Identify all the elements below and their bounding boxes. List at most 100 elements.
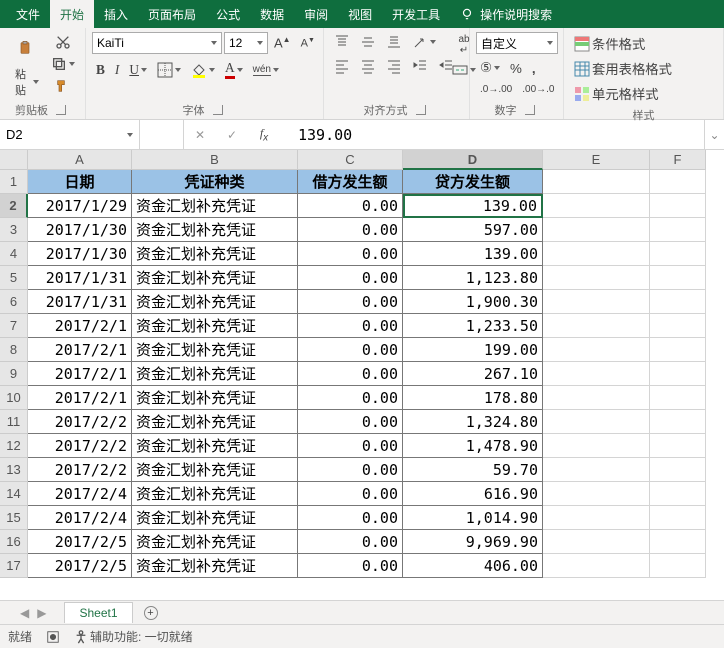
font-size-input[interactable] xyxy=(229,36,253,50)
cell[interactable] xyxy=(650,434,706,458)
select-all-corner[interactable] xyxy=(0,150,28,170)
menu-insert[interactable]: 插入 xyxy=(94,0,138,29)
paste-dropdown[interactable]: 粘贴 xyxy=(6,64,43,100)
cell[interactable]: 0.00 xyxy=(298,434,403,458)
cell[interactable]: 2017/2/5 xyxy=(28,554,132,578)
row-header-4[interactable]: 4 xyxy=(0,242,28,266)
cell[interactable]: 资金汇划补充凭证 xyxy=(132,530,298,554)
cell[interactable]: 0.00 xyxy=(298,554,403,578)
menu-developer[interactable]: 开发工具 xyxy=(382,0,450,29)
cell[interactable]: 178.80 xyxy=(403,386,543,410)
cell[interactable]: 1,478.90 xyxy=(403,434,543,458)
cell[interactable]: 2017/2/2 xyxy=(28,458,132,482)
row-header-11[interactable]: 11 xyxy=(0,410,28,434)
cell[interactable]: 资金汇划补充凭证 xyxy=(132,314,298,338)
cell[interactable] xyxy=(650,194,706,218)
align-top-button[interactable] xyxy=(330,32,354,52)
cell[interactable]: 2017/2/1 xyxy=(28,314,132,338)
row-header-5[interactable]: 5 xyxy=(0,266,28,290)
row-header-17[interactable]: 17 xyxy=(0,554,28,578)
align-center-button[interactable] xyxy=(356,56,380,76)
clipboard-dialog[interactable] xyxy=(52,103,70,117)
border-button[interactable] xyxy=(153,60,185,80)
cell[interactable]: 资金汇划补充凭证 xyxy=(132,266,298,290)
cell[interactable]: 资金汇划补充凭证 xyxy=(132,554,298,578)
cell[interactable]: 资金汇划补充凭证 xyxy=(132,434,298,458)
cell[interactable]: 0.00 xyxy=(298,290,403,314)
name-box-dropdown[interactable] xyxy=(127,133,133,137)
col-header-A[interactable]: A xyxy=(28,150,132,170)
menu-page-layout[interactable]: 页面布局 xyxy=(138,0,206,29)
cell[interactable]: 2017/1/30 xyxy=(28,218,132,242)
cell[interactable]: 0.00 xyxy=(298,218,403,242)
menu-view[interactable]: 视图 xyxy=(338,0,382,29)
expand-formula-bar[interactable]: ⌄ xyxy=(704,120,724,149)
row-header-12[interactable]: 12 xyxy=(0,434,28,458)
increase-font-button[interactable]: A▲ xyxy=(270,33,295,52)
cell[interactable]: 2017/2/2 xyxy=(28,410,132,434)
row-header-6[interactable]: 6 xyxy=(0,290,28,314)
name-box-input[interactable] xyxy=(0,127,125,142)
phonetic-button[interactable]: wén xyxy=(249,62,283,78)
number-dialog[interactable] xyxy=(521,103,539,117)
col-header-D[interactable]: D xyxy=(403,150,543,170)
cell[interactable] xyxy=(543,362,650,386)
row-header-16[interactable]: 16 xyxy=(0,530,28,554)
font-dialog[interactable] xyxy=(209,103,227,117)
cell[interactable] xyxy=(650,314,706,338)
cell[interactable] xyxy=(650,338,706,362)
cell[interactable]: 0.00 xyxy=(298,194,403,218)
conditional-format-button[interactable]: 条件格式 xyxy=(570,32,649,55)
cell[interactable]: 1,900.30 xyxy=(403,290,543,314)
cell[interactable]: 2017/2/1 xyxy=(28,386,132,410)
cell[interactable]: 9,969.90 xyxy=(403,530,543,554)
cell[interactable]: 0.00 xyxy=(298,386,403,410)
row-header-8[interactable]: 8 xyxy=(0,338,28,362)
merge-button[interactable] xyxy=(448,60,480,80)
underline-button[interactable]: U xyxy=(125,60,151,80)
cell[interactable] xyxy=(543,266,650,290)
sheet-nav-prev[interactable]: ◀ xyxy=(20,606,29,620)
cell[interactable]: 139.00 xyxy=(403,194,543,218)
cell[interactable]: 2017/2/5 xyxy=(28,530,132,554)
table-header[interactable]: 借方发生额 xyxy=(298,170,403,194)
table-header[interactable]: 日期 xyxy=(28,170,132,194)
cell[interactable] xyxy=(650,290,706,314)
cell[interactable]: 406.00 xyxy=(403,554,543,578)
cell[interactable]: 2017/1/31 xyxy=(28,266,132,290)
cell[interactable] xyxy=(543,170,650,194)
cell[interactable]: 资金汇划补充凭证 xyxy=(132,290,298,314)
cell[interactable]: 1,123.80 xyxy=(403,266,543,290)
format-table-button[interactable]: 套用表格格式 xyxy=(570,57,676,80)
cell[interactable] xyxy=(543,554,650,578)
cell[interactable]: 资金汇划补充凭证 xyxy=(132,362,298,386)
accessibility-status[interactable]: 辅助功能: 一切就绪 xyxy=(74,628,193,645)
cell[interactable]: 资金汇划补充凭证 xyxy=(132,242,298,266)
paste-button[interactable] xyxy=(11,32,39,64)
cell[interactable]: 2017/2/2 xyxy=(28,434,132,458)
row-header-14[interactable]: 14 xyxy=(0,482,28,506)
align-left-button[interactable] xyxy=(330,56,354,76)
menu-formulas[interactable]: 公式 xyxy=(206,0,250,29)
formula-input[interactable] xyxy=(280,126,704,144)
comma-button[interactable]: , xyxy=(528,59,540,78)
cell[interactable]: 2017/2/4 xyxy=(28,482,132,506)
cell[interactable] xyxy=(650,458,706,482)
align-dialog[interactable] xyxy=(412,103,430,117)
cell[interactable] xyxy=(543,458,650,482)
cell[interactable] xyxy=(543,314,650,338)
cell[interactable]: 0.00 xyxy=(298,458,403,482)
cell[interactable]: 616.90 xyxy=(403,482,543,506)
col-header-F[interactable]: F xyxy=(650,150,706,170)
cell[interactable] xyxy=(650,530,706,554)
cell[interactable] xyxy=(650,242,706,266)
col-header-B[interactable]: B xyxy=(132,150,298,170)
cell[interactable]: 资金汇划补充凭证 xyxy=(132,386,298,410)
sheet-tab-1[interactable]: Sheet1 xyxy=(64,602,132,623)
cell[interactable]: 1,233.50 xyxy=(403,314,543,338)
cell[interactable]: 2017/2/1 xyxy=(28,338,132,362)
cell[interactable]: 资金汇划补充凭证 xyxy=(132,506,298,530)
orientation-button[interactable] xyxy=(408,32,440,52)
cell[interactable]: 1,324.80 xyxy=(403,410,543,434)
font-color-button[interactable]: A xyxy=(221,58,247,81)
